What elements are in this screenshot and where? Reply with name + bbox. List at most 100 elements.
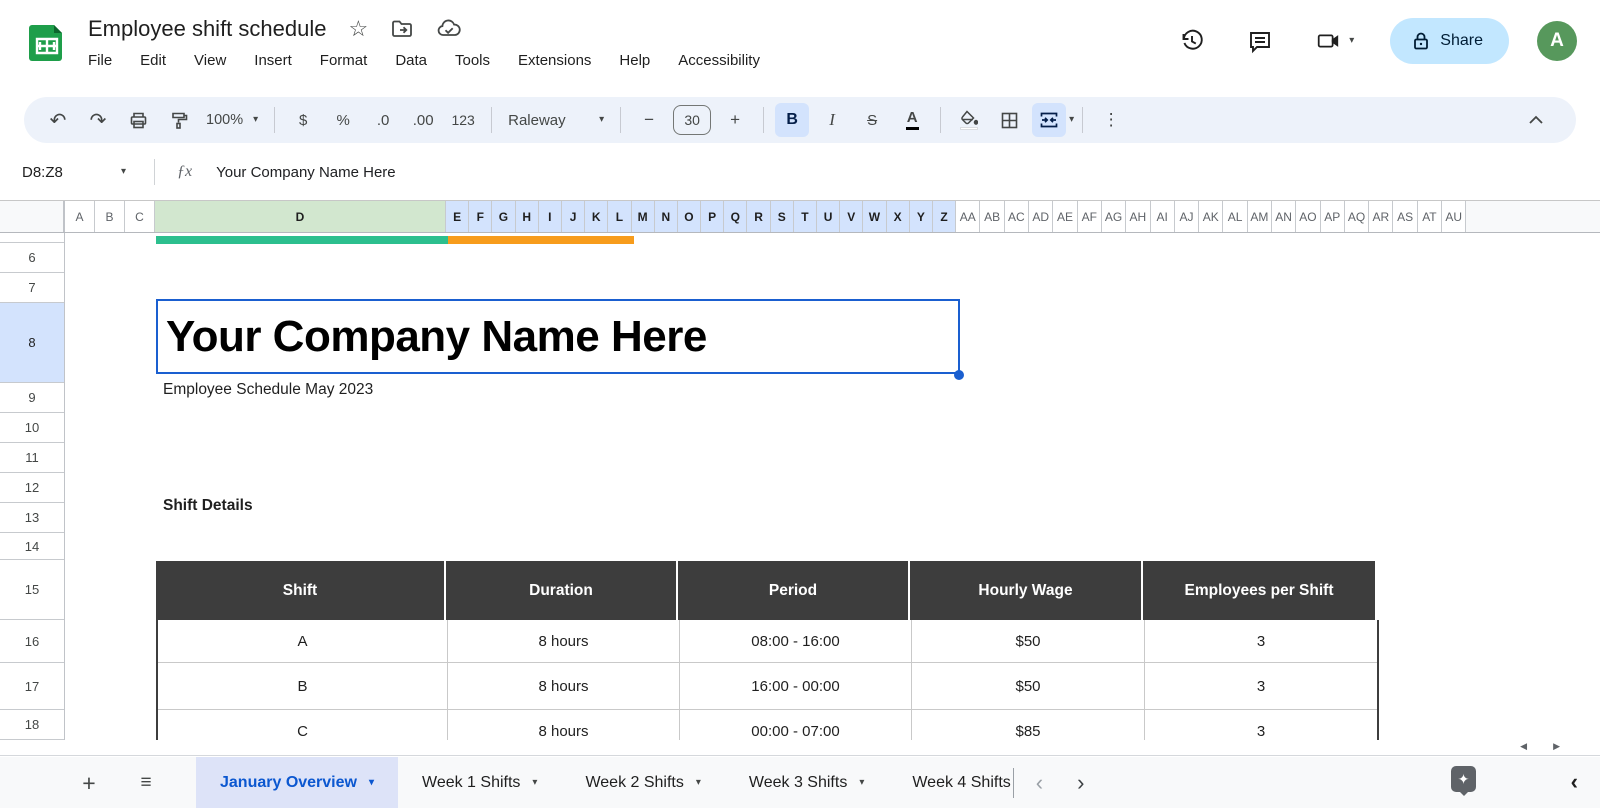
column-header[interactable]: AJ [1175, 201, 1199, 232]
name-box[interactable]: D8:Z8 ▾ [0, 164, 126, 181]
account-avatar[interactable]: A [1537, 21, 1577, 61]
cell[interactable]: 00:00 - 07:00 [680, 710, 912, 740]
row-header[interactable]: 18 [0, 710, 64, 740]
cell[interactable]: 8 hours [448, 710, 680, 740]
cell[interactable]: 3 [1145, 620, 1377, 662]
row-header[interactable]: 12 [0, 473, 64, 503]
row-header[interactable]: 8 [0, 303, 64, 383]
row-header[interactable]: 7 [0, 273, 64, 303]
column-header[interactable]: AA [956, 201, 980, 232]
menu-item[interactable]: Tools [455, 52, 490, 69]
column-header[interactable]: AI [1151, 201, 1175, 232]
select-all-corner[interactable] [0, 201, 65, 232]
row-header[interactable] [0, 233, 64, 243]
orange-band-cell[interactable] [448, 236, 634, 244]
cell[interactable]: $85 [912, 710, 1145, 740]
increase-decimal-icon[interactable]: .00 [406, 103, 440, 137]
column-header[interactable]: D [155, 201, 446, 232]
menu-item[interactable]: Accessibility [678, 52, 760, 69]
column-header[interactable]: AP [1321, 201, 1345, 232]
sheet-tab-january-overview[interactable]: January Overview ▾ [196, 757, 398, 808]
cell[interactable]: 3 [1145, 663, 1377, 709]
cell[interactable]: 3 [1145, 710, 1377, 740]
document-title[interactable]: Employee shift schedule [88, 16, 326, 42]
column-header[interactable]: J [562, 201, 585, 232]
row-header[interactable]: 13 [0, 503, 64, 533]
column-header[interactable]: AN [1272, 201, 1296, 232]
cell[interactable]: 8 hours [448, 663, 680, 709]
column-header[interactable]: AH [1126, 201, 1150, 232]
column-header[interactable]: H [516, 201, 539, 232]
tab-caret-icon[interactable]: ▾ [532, 778, 537, 788]
scroll-right-icon[interactable]: ▶ [1553, 741, 1560, 752]
column-header[interactable]: C [125, 201, 155, 232]
column-header[interactable]: AB [980, 201, 1004, 232]
column-header[interactable]: AR [1369, 201, 1393, 232]
sheets-logo-icon[interactable] [26, 22, 68, 64]
column-header[interactable]: U [817, 201, 840, 232]
column-header[interactable]: AO [1296, 201, 1320, 232]
column-header[interactable]: Z [933, 201, 956, 232]
percent-format-icon[interactable]: % [326, 103, 360, 137]
selected-cell-d8[interactable]: Your Company Name Here [156, 299, 960, 374]
menu-item[interactable]: Insert [254, 52, 292, 69]
teal-band-cell[interactable] [156, 236, 448, 244]
column-header[interactable]: AT [1418, 201, 1442, 232]
sheet-tab-week-2[interactable]: Week 2 Shifts ▾ [561, 757, 724, 808]
zoom-control[interactable]: 100% ▾ [198, 112, 266, 128]
comments-icon[interactable] [1247, 28, 1273, 54]
hide-menus-chevron-icon[interactable] [1528, 115, 1544, 125]
row-header[interactable]: 15 [0, 560, 64, 620]
sheet-tab-week-1[interactable]: Week 1 Shifts ▾ [398, 757, 561, 808]
cell[interactable]: $50 [912, 620, 1145, 662]
move-folder-icon[interactable] [390, 17, 414, 41]
add-sheet-icon[interactable]: + [74, 768, 104, 798]
column-header[interactable]: F [469, 201, 492, 232]
menu-item[interactable]: Help [619, 52, 650, 69]
column-header[interactable]: X [887, 201, 910, 232]
table-header-period[interactable]: Period [678, 561, 910, 620]
spreadsheet-grid[interactable]: 6789101112131415161718 Your Company Name… [0, 233, 1600, 740]
column-header[interactable]: AD [1029, 201, 1053, 232]
number-format-icon[interactable]: 123 [446, 103, 480, 137]
side-panel-collapse-icon[interactable]: ‹ [1571, 769, 1578, 795]
column-header[interactable]: B [95, 201, 125, 232]
column-header[interactable]: Y [910, 201, 933, 232]
italic-button[interactable]: I [815, 103, 849, 137]
font-size-input[interactable]: 30 [673, 105, 711, 135]
more-options-icon[interactable]: ⋮ [1094, 103, 1128, 137]
cell[interactable]: 08:00 - 16:00 [680, 620, 912, 662]
column-header[interactable]: T [794, 201, 817, 232]
share-button[interactable]: Share [1390, 18, 1509, 64]
menu-item[interactable]: Data [395, 52, 427, 69]
table-header-employees[interactable]: Employees per Shift [1143, 561, 1375, 620]
column-header[interactable]: R [747, 201, 770, 232]
tab-caret-icon[interactable]: ▾ [696, 778, 701, 788]
tab-caret-icon[interactable]: ▾ [859, 778, 864, 788]
table-header-duration[interactable]: Duration [446, 561, 678, 620]
meet-dropdown-caret-icon[interactable]: ▾ [1349, 36, 1354, 46]
print-icon[interactable] [121, 103, 155, 137]
text-color-button[interactable]: A [895, 103, 929, 137]
cell[interactable]: $50 [912, 663, 1145, 709]
column-header[interactable]: AF [1078, 201, 1102, 232]
paint-format-icon[interactable] [161, 103, 195, 137]
row-header[interactable]: 9 [0, 383, 64, 413]
column-header[interactable]: AU [1442, 201, 1466, 232]
cell[interactable]: A [158, 620, 448, 662]
borders-icon[interactable] [992, 103, 1026, 137]
horizontal-scrollbar[interactable]: ◀ ▶ [0, 740, 1600, 756]
increase-font-size-button[interactable]: + [718, 103, 752, 137]
row-header[interactable]: 14 [0, 533, 64, 560]
menu-item[interactable]: Format [320, 52, 368, 69]
column-header[interactable]: AG [1102, 201, 1126, 232]
meet-video-icon[interactable] [1315, 28, 1341, 54]
column-header[interactable]: G [492, 201, 515, 232]
column-header[interactable]: N [655, 201, 678, 232]
column-header[interactable]: M [632, 201, 655, 232]
column-header[interactable]: O [678, 201, 701, 232]
undo-icon[interactable]: ↶ [41, 103, 75, 137]
merge-caret-icon[interactable]: ▾ [1069, 115, 1074, 125]
cloud-saved-icon[interactable] [436, 17, 462, 41]
column-header[interactable]: AK [1199, 201, 1223, 232]
